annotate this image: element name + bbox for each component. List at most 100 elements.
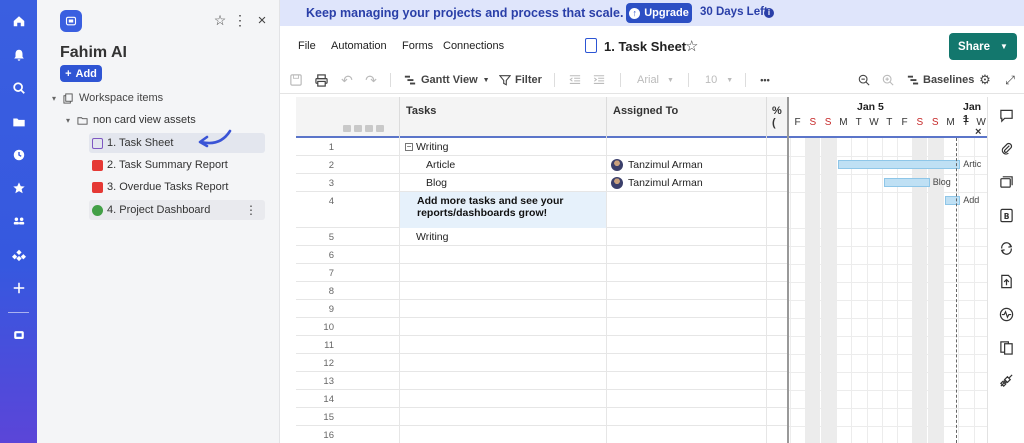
attachment-icon[interactable] — [998, 140, 1014, 156]
outdent-icon[interactable] — [568, 72, 582, 88]
tree-item-task-sheet[interactable]: 1. Task Sheet — [89, 133, 265, 153]
folder-icon[interactable] — [10, 113, 27, 130]
upload-icon[interactable] — [998, 273, 1014, 289]
workspace-app-icon[interactable] — [60, 10, 82, 32]
workspace-items-row[interactable]: ▾ Workspace items — [52, 88, 163, 108]
menu-connections[interactable]: Connections — [443, 40, 504, 52]
filter-icon — [499, 75, 511, 86]
undo-icon[interactable]: ↶ — [340, 72, 354, 88]
menu-automation[interactable]: Automation — [331, 40, 387, 52]
pages-icon[interactable] — [998, 339, 1014, 355]
column-divider — [766, 300, 767, 318]
more-options-icon[interactable]: ••• — [757, 72, 773, 88]
tree-item-project-dashboard[interactable]: 4. Project Dashboard ⋮ — [89, 200, 265, 220]
pulse-icon[interactable] — [998, 306, 1014, 322]
table-row[interactable]: 8 — [296, 282, 787, 300]
task-cell[interactable]: Writing — [416, 228, 448, 246]
table-row[interactable]: 12 — [296, 354, 787, 372]
column-header-percent[interactable]: % ( — [772, 105, 787, 129]
tree-item-label: 4. Project Dashboard — [107, 204, 211, 216]
chevron-down-icon: ▼ — [1000, 42, 1008, 51]
more-vertical-icon[interactable]: ⋮ — [245, 203, 257, 217]
share-button[interactable]: Share ▼ — [949, 33, 1017, 60]
gantt-day-label: S — [931, 117, 939, 128]
sheet-title[interactable]: 1. Task Sheet — [604, 39, 686, 54]
gantt-view-dropdown[interactable]: Gantt View ▼ — [404, 72, 490, 88]
table-row[interactable]: 3 Blog Tanzimul Arman — [296, 174, 787, 192]
close-panel-icon[interactable]: × — [255, 12, 269, 29]
tree-item-overdue-tasks-report[interactable]: 3. Overdue Tasks Report — [89, 177, 265, 197]
table-row[interactable]: 14 — [296, 390, 787, 408]
comment-icon[interactable] — [998, 107, 1014, 123]
column-divider — [399, 318, 400, 336]
print-icon[interactable] — [314, 72, 328, 88]
expand-icon[interactable]: ⤢ — [1003, 72, 1017, 88]
filter-button[interactable]: Filter — [499, 72, 542, 88]
gantt-bar[interactable] — [837, 160, 961, 169]
table-row[interactable]: 6 — [296, 246, 787, 264]
gantt-bar[interactable] — [883, 178, 930, 187]
copy-icon[interactable] — [998, 173, 1014, 189]
bell-icon[interactable] — [10, 46, 27, 63]
star-icon[interactable] — [10, 179, 27, 196]
home-icon[interactable] — [10, 12, 27, 29]
table-row[interactable]: 15 — [296, 408, 787, 426]
gantt-row-line — [789, 174, 987, 175]
gear-icon[interactable]: ⚙ — [978, 72, 992, 88]
font-size-dropdown[interactable]: 10 ▼ — [705, 72, 733, 88]
column-header-tasks[interactable]: Tasks — [406, 105, 436, 117]
search-icon[interactable] — [10, 79, 27, 96]
collapse-toggle-icon[interactable]: − — [405, 143, 413, 152]
menu-forms[interactable]: Forms — [402, 40, 433, 52]
workspace-icon[interactable] — [10, 326, 27, 343]
summary-icon[interactable]: B — [998, 207, 1014, 223]
table-row[interactable]: 1 − Writing — [296, 138, 787, 156]
table-row[interactable]: 13 — [296, 372, 787, 390]
add-button[interactable]: + Add — [60, 65, 102, 82]
font-family-dropdown[interactable]: Arial ▼ — [637, 72, 674, 88]
more-vertical-icon[interactable]: ⋮ — [233, 12, 247, 28]
redo-icon[interactable]: ↷ — [364, 72, 378, 88]
toolbar-divider — [745, 73, 746, 87]
activity-icon[interactable] — [998, 240, 1014, 256]
gantt-day-column — [974, 138, 987, 443]
upgrade-banner: Keep managing your projects and process … — [280, 0, 1024, 26]
favorite-star-icon[interactable]: ☆ — [685, 37, 698, 55]
people-icon[interactable] — [10, 212, 27, 229]
baselines-button[interactable]: Baselines — [907, 72, 974, 88]
table-row[interactable]: 4 Add more tasks and see your reports/das… — [296, 192, 787, 228]
task-cell[interactable]: Add more tasks and see your reports/dash… — [400, 192, 606, 228]
gantt-day-label: W — [869, 117, 879, 128]
table-row[interactable]: 10 — [296, 318, 787, 336]
zoom-in-icon[interactable] — [881, 72, 895, 88]
table-row[interactable]: 9 — [296, 300, 787, 318]
save-icon[interactable] — [289, 72, 303, 88]
task-cell[interactable]: − Writing — [405, 138, 448, 156]
apps-icon[interactable] — [10, 246, 27, 263]
favorite-star-icon[interactable]: ☆ — [212, 12, 228, 28]
indent-icon[interactable] — [592, 72, 606, 88]
column-divider — [766, 354, 767, 372]
assigned-to-cell[interactable]: Tanzimul Arman — [628, 156, 703, 174]
assigned-to-cell[interactable]: Tanzimul Arman — [628, 174, 703, 192]
gantt-bar[interactable] — [945, 196, 961, 205]
menu-file[interactable]: File — [298, 40, 316, 52]
zoom-out-icon[interactable] — [857, 72, 871, 88]
info-icon[interactable]: i — [764, 8, 774, 18]
table-row[interactable]: 5 Writing — [296, 228, 787, 246]
column-divider — [606, 336, 607, 354]
task-cell[interactable]: Blog — [426, 174, 447, 192]
table-row[interactable]: 7 — [296, 264, 787, 282]
upgrade-button[interactable]: ↑ Upgrade — [626, 3, 692, 23]
folder-row[interactable]: ▾ non card view assets — [66, 110, 196, 130]
table-row[interactable]: 16 — [296, 426, 787, 443]
table-row[interactable]: 2 Article Tanzimul Arman — [296, 156, 787, 174]
tree-item-task-summary-report[interactable]: 2. Task Summary Report — [89, 155, 265, 175]
connector-icon[interactable] — [998, 372, 1014, 388]
column-header-assigned-to[interactable]: Assigned To — [613, 105, 678, 117]
column-divider — [606, 192, 607, 228]
plus-icon[interactable] — [10, 279, 27, 296]
table-row[interactable]: 11 — [296, 336, 787, 354]
task-cell[interactable]: Article — [426, 156, 455, 174]
clock-icon[interactable] — [10, 146, 27, 163]
